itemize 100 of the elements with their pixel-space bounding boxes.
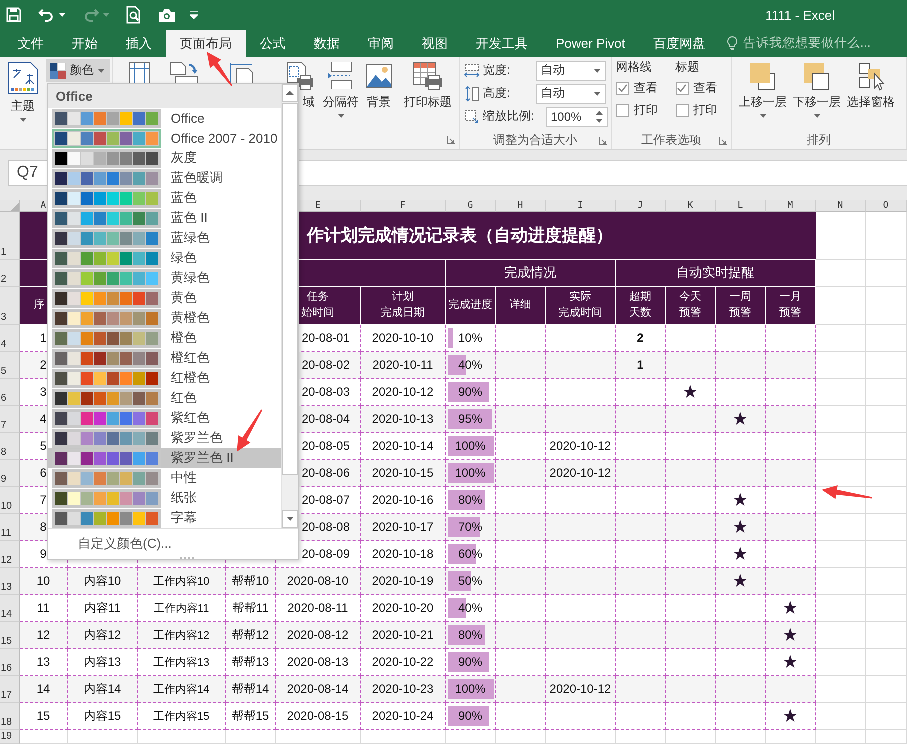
table-cell: 1 <box>616 352 666 379</box>
width-icon <box>464 62 480 78</box>
ribbon-tab[interactable]: 页面布局 <box>166 30 246 57</box>
dialog-launcher-icon[interactable] <box>447 136 455 144</box>
print-preview-icon <box>126 6 142 24</box>
column-header[interactable]: I <box>546 200 616 212</box>
scale-spinner[interactable]: 100% <box>546 106 608 126</box>
ribbon-tab[interactable]: 开发工具 <box>462 30 542 57</box>
row-number[interactable]: 9 <box>0 460 20 487</box>
ribbon-tab[interactable]: 开始 <box>58 30 112 57</box>
customize-menu-icon[interactable] <box>190 11 198 19</box>
breaks-button[interactable]: 分隔符 <box>321 59 361 118</box>
caret-icon <box>814 114 820 118</box>
table-cell: 2020-08-13 <box>276 649 361 676</box>
menu-item[interactable]: 自定义颜色(C)... <box>78 535 172 553</box>
column-header[interactable]: K <box>666 200 716 212</box>
checkbox[interactable] <box>616 104 629 116</box>
row-number[interactable]: 13 <box>0 568 20 595</box>
ribbon-tab[interactable]: 审阅 <box>354 30 408 57</box>
size-dropdown[interactable]: 自动 <box>536 60 606 80</box>
ribbon-tab[interactable]: 公式 <box>246 30 300 57</box>
progress-label: 95% <box>458 412 483 426</box>
row-number[interactable]: 18 <box>0 703 20 730</box>
checkbox-label: 打印 <box>694 102 718 118</box>
column-header[interactable]: N <box>816 200 866 212</box>
row-number[interactable]: 17 <box>0 676 20 703</box>
caret-icon <box>20 118 26 122</box>
row-number[interactable]: 14 <box>0 595 20 622</box>
scroll-down-button[interactable] <box>282 510 298 528</box>
column-header[interactable]: M <box>766 200 816 212</box>
column-header[interactable]: L <box>716 200 766 212</box>
row-number[interactable]: 8 <box>0 433 20 460</box>
color-scheme-item[interactable]: Office <box>48 108 281 128</box>
row-number[interactable]: 10 <box>0 487 20 514</box>
ribbon-tab[interactable]: 数据 <box>300 30 354 57</box>
tell-me-search[interactable]: 告诉我您想要做什么... <box>743 35 871 52</box>
dialog-launcher-icon[interactable] <box>599 136 607 144</box>
row-number[interactable]: 3 <box>0 287 20 325</box>
table-cell: 2020-10-13 <box>361 406 446 433</box>
row-number[interactable]: 15 <box>0 622 20 649</box>
color-scheme-item[interactable]: Office 2007 - 2010 <box>48 128 281 148</box>
background-button[interactable]: 背景 <box>361 59 397 111</box>
row-number[interactable]: 7 <box>0 406 20 433</box>
progress-label: 90% <box>458 385 483 399</box>
color-scheme-item[interactable]: 蓝绿色 <box>48 228 281 248</box>
checkbox-label: 查看 <box>694 80 718 96</box>
table-cell: 2020-10-10 <box>361 325 446 352</box>
checkbox[interactable] <box>676 104 688 116</box>
color-scheme-name: 字幕 <box>171 509 197 527</box>
color-scheme-item[interactable]: 黄绿色 <box>48 268 281 288</box>
row-number[interactable]: 16 <box>0 649 20 676</box>
forward-button[interactable]: 上移一层 <box>736 59 790 118</box>
row-number[interactable]: 1 <box>0 212 20 260</box>
backward-button[interactable]: 下移一层 <box>790 59 844 118</box>
color-scheme-item[interactable]: 灰度 <box>48 148 281 168</box>
row-number[interactable]: 4 <box>0 325 20 352</box>
ribbon-tab[interactable]: 插入 <box>112 30 166 57</box>
row-number[interactable]: 5 <box>0 352 20 379</box>
scroll-up-button[interactable] <box>282 84 298 102</box>
color-scheme-item[interactable]: 紫罗兰色 II <box>48 448 281 468</box>
checkbox-label: 查看 <box>634 80 658 96</box>
camera-icon <box>158 8 176 22</box>
resize-grip-icon[interactable] <box>180 557 196 560</box>
print-titles-button[interactable]: 打印标题 <box>397 59 459 111</box>
column-header: 完成进度 <box>446 287 496 325</box>
table-cell: ★ <box>716 568 766 595</box>
table-cell: 2020-10-12 <box>546 433 616 460</box>
row-number[interactable]: 2 <box>0 260 20 287</box>
caret-icon <box>594 68 601 72</box>
dialog-launcher-icon[interactable] <box>719 136 727 144</box>
table-cell: 工作内容10 <box>138 568 226 595</box>
scrollbar-thumb[interactable] <box>282 103 298 475</box>
progress-label: 100% <box>455 439 486 453</box>
row-number[interactable]: 19 <box>0 730 20 744</box>
column-header[interactable]: O <box>866 200 907 212</box>
row-number[interactable]: 6 <box>0 379 20 406</box>
color-scheme-item[interactable]: 蓝色暖调 <box>48 168 281 188</box>
ribbon-tab[interactable]: 百度网盘 <box>639 30 720 57</box>
pane-button[interactable]: 选择窗格 <box>844 59 898 111</box>
column-header[interactable]: F <box>361 200 446 212</box>
ribbon-tab[interactable]: 文件 <box>4 30 58 57</box>
column-header[interactable]: G <box>446 200 496 212</box>
table-cell: 帮帮11 <box>226 595 276 622</box>
size-dropdown[interactable]: 自动 <box>536 84 606 104</box>
table-cell: 工作内容12 <box>138 622 226 649</box>
column-header[interactable]: H <box>496 200 546 212</box>
color-scheme-name: 紫罗兰色 <box>171 429 223 447</box>
themes-button[interactable]: 主题 <box>0 59 46 122</box>
ribbon-tab[interactable]: 视图 <box>408 30 462 57</box>
table-cell: ★ <box>766 649 816 676</box>
column-header[interactable]: J <box>616 200 666 212</box>
color-scheme-name: Office <box>171 110 205 126</box>
row-number[interactable]: 12 <box>0 541 20 568</box>
checkbox[interactable] <box>676 82 688 94</box>
ribbon-tab[interactable]: Power Pivot <box>542 30 640 57</box>
checkbox[interactable] <box>616 82 629 94</box>
colors-dropdown-button[interactable]: 颜色 <box>46 59 110 82</box>
table-cell: 2020-08-12 <box>276 622 361 649</box>
progress-label: 10% <box>458 331 483 345</box>
row-number[interactable]: 11 <box>0 514 20 541</box>
